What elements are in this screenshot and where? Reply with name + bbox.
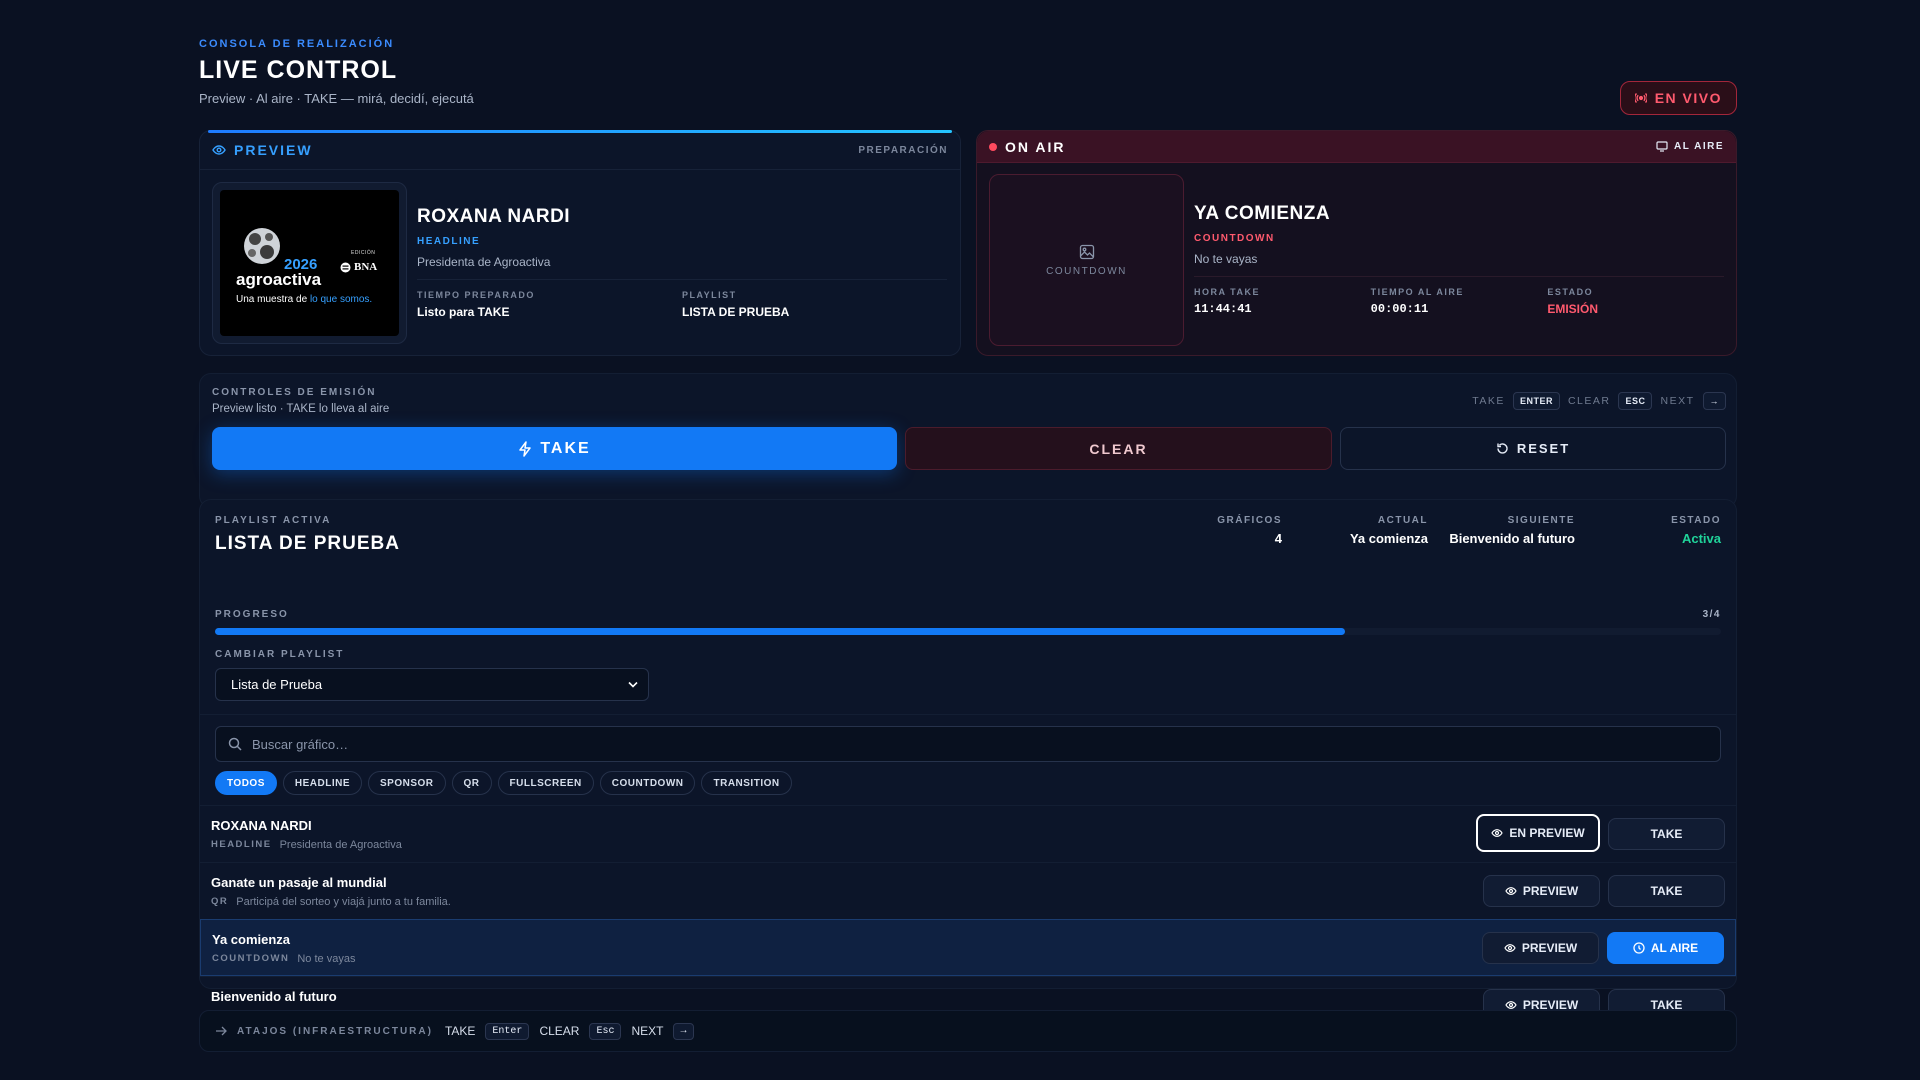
search-input[interactable]: Buscar gráfico… — [215, 726, 1721, 762]
footer-label: ATAJOS (INFRAESTRUCTURA) — [237, 1025, 433, 1037]
bna-icon — [340, 262, 351, 272]
reset-icon — [1497, 443, 1508, 454]
progress-bar — [215, 628, 1721, 635]
onair-thumb-label: COUNTDOWN — [1046, 265, 1127, 277]
progress-label: PROGRESO — [215, 609, 289, 620]
preview-title: ROXANA NARDI — [417, 206, 571, 227]
footer-kbd-next: → — [673, 1022, 694, 1040]
onair-meta-hora: HORA TAKE 11:44:41 — [1194, 287, 1260, 316]
eye-icon — [1505, 887, 1517, 895]
eye-icon — [1491, 829, 1503, 837]
chip-headline[interactable]: HEADLINE — [282, 771, 363, 795]
live-badge-label: EN VIVO — [1654, 90, 1722, 106]
app: CONSOLA DE REALIZACIÓN LIVE CONTROL Prev… — [199, 38, 1737, 1052]
onair-state: AL AIRE — [1674, 141, 1724, 152]
chip-fullscreen[interactable]: FULLSCREEN — [497, 771, 594, 795]
logo-edicion: EDICIÓN — [351, 250, 376, 256]
onair-title: YA COMIENZA — [1194, 203, 1331, 224]
chip-sponsor[interactable]: SPONSOR — [368, 771, 446, 795]
stat-estado: ESTADO Activa — [1671, 515, 1721, 546]
onair-meta-tiempo: TIEMPO AL AIRE 00:00:11 — [1370, 287, 1464, 316]
eye-icon — [1504, 944, 1516, 952]
in-preview-button[interactable]: EN PREVIEW — [1476, 814, 1600, 852]
take-row-button[interactable]: TAKE — [1608, 818, 1725, 850]
chip-transition[interactable]: TRANSITION — [701, 771, 792, 795]
onair-meta-estado: ESTADO EMISIÓN — [1547, 287, 1599, 316]
stat-actual: ACTUAL Ya comienza — [1349, 515, 1428, 546]
lightning-icon — [519, 440, 532, 457]
on-air-button[interactable]: AL AIRE — [1607, 932, 1724, 964]
logo-tagline: Una muestra de lo que somos. — [236, 294, 373, 305]
playlist-panel: PLAYLIST ACTIVA LISTA DE PRUEBA GRÁFICOS… — [199, 499, 1737, 1021]
chip-todos[interactable]: TODOS — [215, 771, 277, 795]
playlist-title: LISTA DE PRUEBA — [215, 533, 400, 554]
search-icon — [228, 737, 242, 751]
page-subtitle: Preview · Al aire · TAKE — mirá, decidí,… — [199, 91, 474, 106]
footer-kbd-enter: Enter — [485, 1022, 530, 1040]
preview-desc: Presidenta de Agroactiva — [417, 255, 551, 269]
agroactiva-logo-mark — [244, 228, 280, 264]
take-row-button[interactable]: TAKE — [1608, 875, 1725, 907]
broadcast-icon — [1634, 93, 1647, 103]
app-eyebrow: CONSOLA DE REALIZACIÓN — [199, 38, 395, 50]
footer-kbd-esc: Esc — [589, 1022, 622, 1040]
stat-graficos: GRÁFICOS 4 — [1217, 515, 1282, 546]
preview-thumbnail: 2026 agroactiva EDICIÓN BNA Una muestra … — [212, 182, 407, 344]
chip-countdown[interactable]: COUNTDOWN — [599, 771, 696, 795]
eye-icon — [212, 145, 226, 155]
playlist-select-value: Lista de Prueba — [231, 677, 323, 692]
controls-shortcuts: TAKE ENTER CLEAR ESC NEXT → — [1472, 392, 1726, 410]
list-item[interactable]: ROXANA NARDI HEADLINE Presidenta de Agroa… — [200, 805, 1736, 862]
preview-meta-prep: TIEMPO PREPARADO Listo para TAKE — [417, 290, 535, 319]
controls-label: CONTROLES DE EMISIÓN — [212, 387, 377, 398]
stat-siguiente: SIGUIENTE Bienvenido al futuro — [1449, 515, 1575, 546]
chip-qr[interactable]: QR — [451, 771, 492, 795]
logo-brand: agroactiva — [236, 270, 322, 289]
live-badge: EN VIVO — [1619, 81, 1737, 115]
playlist-select[interactable]: Lista de Prueba — [215, 668, 649, 701]
change-playlist-label: CAMBIAR PLAYLIST — [215, 649, 345, 660]
arrow-right-icon — [216, 1026, 227, 1036]
reset-button[interactable]: RESET — [1340, 427, 1726, 470]
preview-state: PREPARACIÓN — [858, 144, 948, 156]
onair-thumbnail: COUNTDOWN — [989, 174, 1184, 346]
kbd-next: → — [1702, 392, 1726, 410]
filter-chips: TODOS HEADLINE SPONSOR QR FULLSCREEN COU… — [215, 771, 792, 795]
page-title: LIVE CONTROL — [199, 56, 398, 84]
playlist-eyebrow: PLAYLIST ACTIVA — [215, 515, 332, 526]
shortcuts-footer: ATAJOS (INFRAESTRUCTURA) TAKE Enter CLEAR… — [199, 1010, 1737, 1052]
preview-label: PREVIEW — [234, 142, 313, 158]
onair-type: COUNTDOWN — [1194, 233, 1275, 244]
monitor-icon — [1656, 141, 1668, 152]
preview-panel: PREVIEW PREPARACIÓN 2026 agroactiva EDIC… — [199, 130, 961, 356]
onair-label: ON AIR — [1005, 138, 1066, 155]
take-button[interactable]: TAKE — [212, 427, 897, 470]
progress-fill — [215, 628, 1345, 635]
list-item[interactable]: Ya comienza COUNTDOWN No te vayas PREVIEW… — [200, 919, 1736, 976]
search-placeholder: Buscar gráfico… — [252, 736, 349, 752]
preview-type: HEADLINE — [417, 236, 481, 247]
bna-logo: BNA — [340, 261, 377, 273]
emission-controls: CONTROLES DE EMISIÓN Preview listo · TAK… — [199, 373, 1737, 508]
preview-row-button[interactable]: PREVIEW — [1483, 875, 1600, 907]
preview-row-button[interactable]: PREVIEW — [1482, 932, 1599, 964]
onair-desc: No te vayas — [1194, 252, 1258, 266]
list-item[interactable]: Ganate un pasaje al mundial QR Participá … — [200, 862, 1736, 919]
onair-panel: ON AIR AL AIRE COUNTDOWN YA COMIENZA COU… — [976, 130, 1737, 356]
kbd-enter: ENTER — [1512, 392, 1560, 410]
progress-count: 3/4 — [1702, 609, 1721, 620]
image-placeholder-icon — [1079, 244, 1094, 259]
kbd-esc: ESC — [1618, 392, 1653, 410]
chevron-down-icon — [628, 681, 638, 688]
on-air-circle-icon — [1633, 942, 1645, 954]
preview-meta-playlist: PLAYLIST LISTA DE PRUEBA — [682, 290, 790, 319]
onair-dot-icon — [989, 142, 997, 151]
eye-icon — [1505, 1001, 1517, 1009]
controls-sub: Preview listo · TAKE lo lleva al aire — [212, 403, 390, 415]
clear-button[interactable]: CLEAR — [905, 427, 1332, 470]
